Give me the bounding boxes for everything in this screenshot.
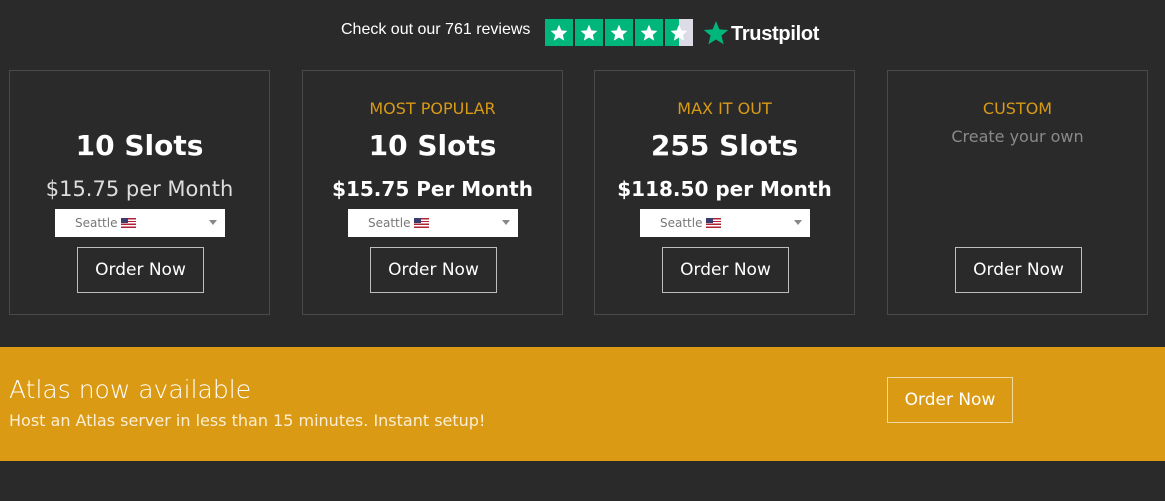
location-value: Seattle	[660, 216, 722, 230]
star-icon	[635, 19, 663, 46]
atlas-title: Atlas now available	[9, 375, 252, 404]
footer-strip	[0, 461, 1165, 501]
trustpilot-brand: Trustpilot	[731, 23, 820, 45]
half-star-icon	[665, 19, 693, 46]
plan-price: $15.75 per Month	[45, 177, 234, 201]
plan-tag: MOST POPULAR	[369, 99, 496, 118]
plan-card-10-slots: 10 Slots $15.75 per Month Seattle Order …	[9, 70, 270, 315]
location-value: Seattle	[368, 216, 430, 230]
location-select[interactable]: Seattle	[55, 209, 225, 237]
plan-price: $118.50 per Month	[617, 177, 832, 201]
order-now-button[interactable]: Order Now	[955, 247, 1082, 293]
atlas-order-now-button[interactable]: Order Now	[887, 377, 1013, 423]
reviews-text: Check out our 761 reviews	[341, 21, 531, 38]
plan-price: $15.75 Per Month	[332, 177, 533, 201]
location-value: Seattle	[75, 216, 137, 230]
chevron-down-icon	[794, 220, 802, 225]
plan-subtitle: Create your own	[951, 127, 1084, 146]
plan-tag: MAX IT OUT	[677, 99, 772, 118]
order-now-button[interactable]: Order Now	[370, 247, 497, 293]
plan-title: 10 Slots	[368, 129, 497, 162]
plan-title: 10 Slots	[75, 129, 204, 162]
us-flag-icon	[414, 218, 430, 228]
order-now-button[interactable]: Order Now	[662, 247, 789, 293]
plan-card-most-popular: MOST POPULAR 10 Slots $15.75 Per Month S…	[302, 70, 563, 315]
chevron-down-icon	[502, 220, 510, 225]
trustpilot-rating-stars[interactable]	[545, 19, 693, 46]
plan-title: 255 Slots	[650, 129, 799, 162]
star-icon	[605, 19, 633, 46]
star-icon	[545, 19, 573, 46]
location-select[interactable]: Seattle	[640, 209, 810, 237]
star-icon	[575, 19, 603, 46]
atlas-subtitle: Host an Atlas server in less than 15 min…	[9, 411, 486, 430]
trustpilot-logo[interactable]: Trustpilot	[703, 20, 819, 46]
chevron-down-icon	[209, 220, 217, 225]
us-flag-icon	[121, 218, 137, 228]
order-now-button[interactable]: Order Now	[77, 247, 204, 293]
location-select[interactable]: Seattle	[348, 209, 518, 237]
plan-card-custom: CUSTOM Create your own Order Now	[887, 70, 1148, 315]
atlas-banner: Atlas now available Host an Atlas server…	[0, 347, 1165, 461]
plan-card-max-it-out: MAX IT OUT 255 Slots $118.50 per Month S…	[594, 70, 855, 315]
trustpilot-bar: Check out our 761 reviews Trustpilot	[0, 0, 1165, 60]
plan-tag: CUSTOM	[982, 99, 1053, 118]
us-flag-icon	[706, 218, 722, 228]
trustpilot-star-icon	[703, 21, 729, 45]
